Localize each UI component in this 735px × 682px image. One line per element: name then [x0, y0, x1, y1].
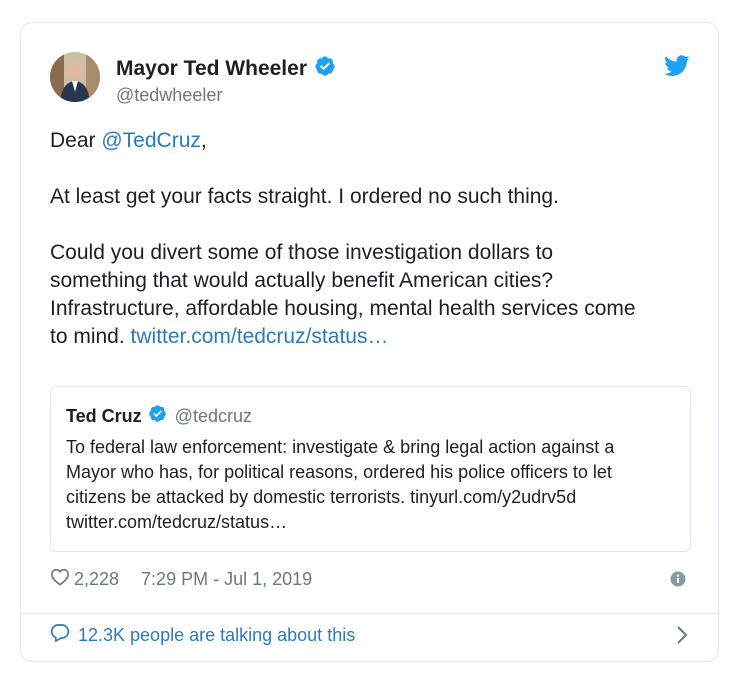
greeting-prefix: Dear: [50, 129, 102, 152]
twitter-bird-icon[interactable]: [664, 55, 690, 82]
greeting-line: Dear @TedCruz,: [50, 127, 700, 155]
tweet-text: Dear @TedCruz, At least get your facts s…: [50, 127, 700, 351]
chevron-right-icon[interactable]: [676, 625, 688, 650]
author-name-text: Mayor Ted Wheeler: [116, 57, 307, 80]
verified-badge-icon: [314, 55, 336, 83]
conversation-link[interactable]: 12.3K people are talking about this: [50, 623, 355, 647]
author-avatar[interactable]: [50, 52, 100, 102]
card-divider: [21, 613, 718, 614]
quoted-author-name[interactable]: Ted Cruz: [66, 406, 142, 427]
paragraph-3-line: something that would actually benefit Am…: [50, 269, 554, 292]
greeting-suffix: ,: [200, 129, 207, 152]
quoted-line: To federal law enforcement: investigate …: [66, 437, 615, 457]
quoted-author-handle[interactable]: @tedcruz: [175, 406, 252, 427]
info-icon[interactable]: [670, 571, 686, 592]
conversation-text: 12.3K people are talking about this: [78, 624, 356, 645]
mention-link[interactable]: @TedCruz: [101, 129, 201, 152]
tweet-meta: 2,228 7:29 PM - Jul 1, 2019: [50, 568, 312, 591]
quoted-line: Mayor who has, for political reasons, or…: [66, 462, 612, 482]
tweet-timestamp[interactable]: 7:29 PM - Jul 1, 2019: [141, 569, 312, 590]
comment-bubble-icon: [50, 623, 70, 647]
paragraph-3-line: Infrastructure, affordable housing, ment…: [50, 297, 636, 320]
quoted-tweet[interactable]: Ted Cruz @tedcruz To federal law enforce…: [50, 386, 691, 552]
quoted-line: twitter.com/tedcruz/status…: [66, 512, 288, 532]
quoted-tweet-header: Ted Cruz @tedcruz: [66, 404, 252, 428]
paragraph-3-last-prefix: to mind.: [50, 325, 131, 348]
paragraph-2: At least get your facts straight. I orde…: [50, 185, 559, 208]
heart-icon[interactable]: [50, 568, 70, 591]
author-name[interactable]: Mayor Ted Wheeler: [116, 55, 336, 83]
paragraph-3-line: Could you divert some of those investiga…: [50, 241, 554, 264]
quoted-tweet-text: To federal law enforcement: investigate …: [66, 435, 678, 535]
embedded-tweet-card: Mayor Ted Wheeler @tedwheeler Dear @TedC…: [20, 22, 719, 662]
paragraph-3-last-line: to mind. twitter.com/tedcruz/status…: [50, 323, 700, 351]
quoted-status-link[interactable]: twitter.com/tedcruz/status…: [131, 325, 389, 348]
like-count[interactable]: 2,228: [74, 569, 119, 590]
quoted-line: citizens be attacked by domestic terrori…: [66, 487, 577, 507]
verified-badge-icon: [148, 404, 167, 428]
author-handle[interactable]: @tedwheeler: [116, 85, 222, 106]
